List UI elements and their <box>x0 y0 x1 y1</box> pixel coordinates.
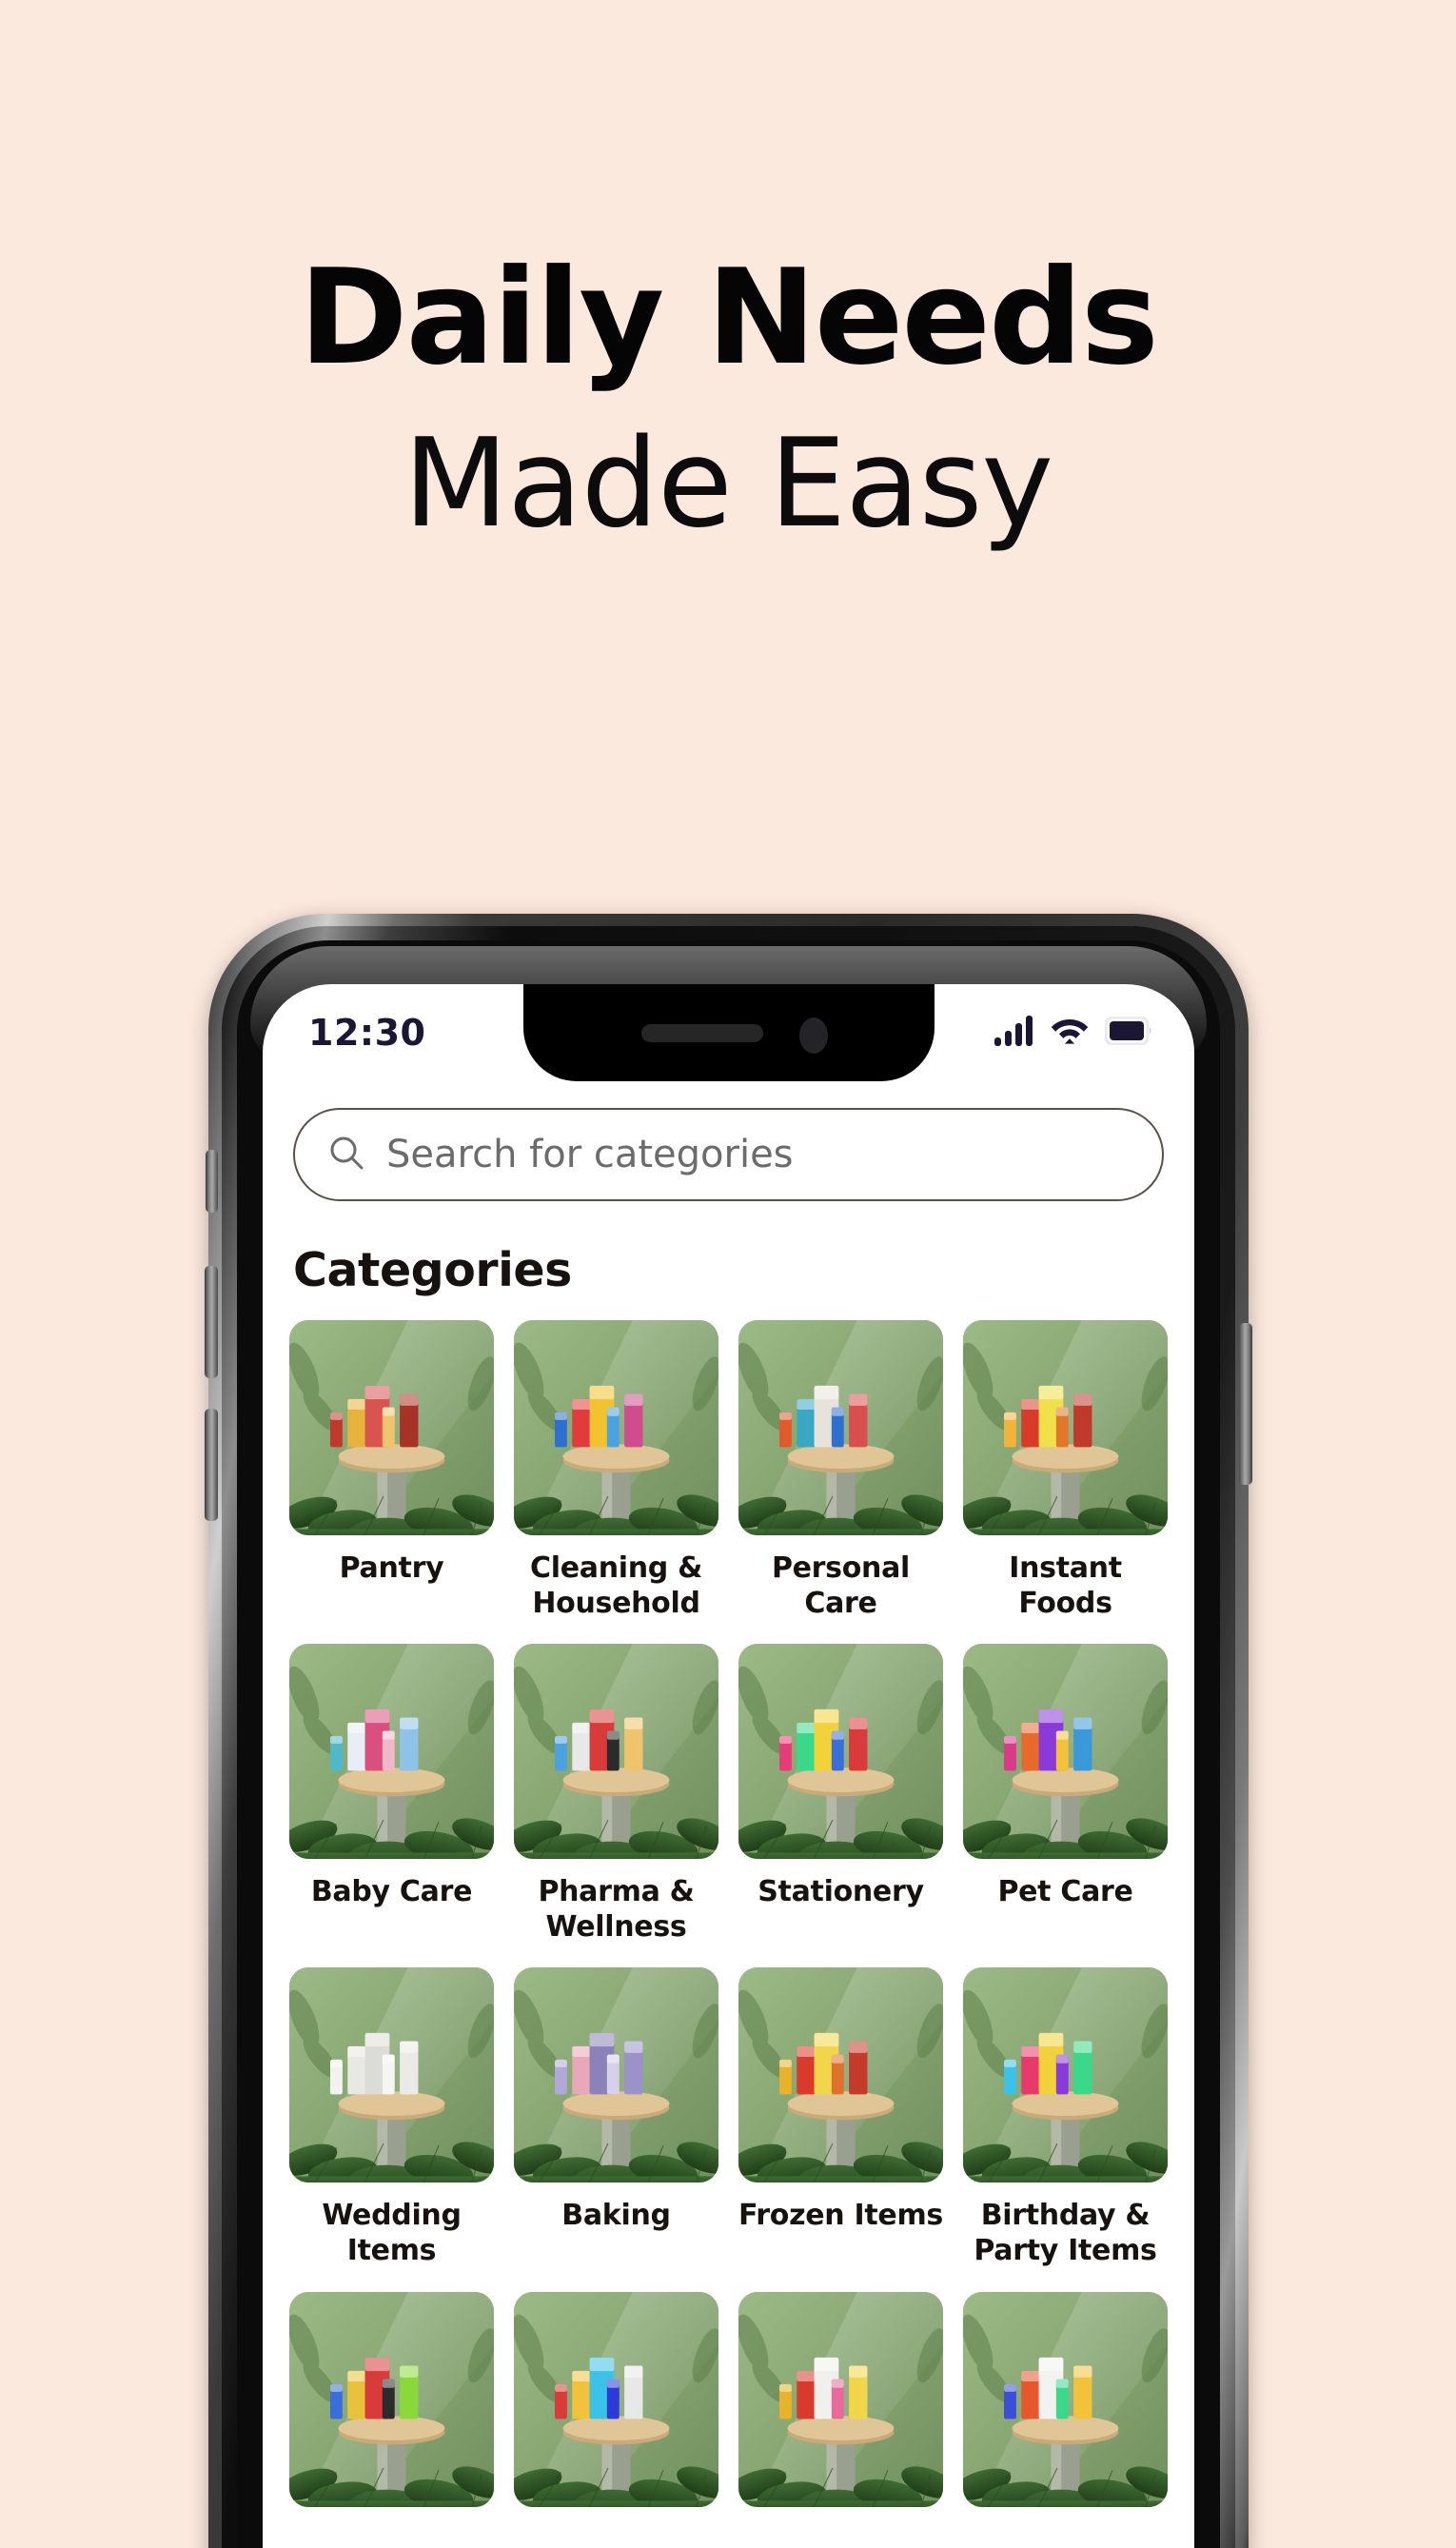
category-tile[interactable]: Pharma & Wellness <box>514 1644 718 1945</box>
socks-on-pedestal <box>514 2291 718 2507</box>
scroll-overlay-patch <box>1021 2517 1194 2548</box>
category-tile[interactable]: Birthday & Party Items <box>963 1967 1168 2268</box>
category-tile[interactable] <box>738 2291 943 2523</box>
category-tile[interactable]: Frozen Items <box>738 1967 943 2268</box>
hero-title-line1: Daily Needs <box>299 241 1159 394</box>
phone-mockup: 12:30 Search for categories Categories P… <box>205 914 1252 2548</box>
frozen-packets-on-pedestal <box>738 1967 943 2183</box>
status-bar: 12:30 <box>263 984 1194 1081</box>
category-label: Personal Care <box>771 1551 911 1620</box>
category-label: Birthday & Party Items <box>974 2199 1157 2267</box>
battery-icon <box>1104 1016 1152 1050</box>
cleaning-brushes-on-pedestal <box>289 2291 494 2507</box>
phone-screen: 12:30 Search for categories Categories P… <box>263 984 1194 2548</box>
signal-bars-icon <box>994 1015 1034 1051</box>
category-tile[interactable]: Instant Foods <box>963 1320 1168 1621</box>
status-icons <box>994 1015 1152 1051</box>
hero-title-line2: Made Easy <box>403 413 1053 555</box>
category-tile[interactable]: Pet Care <box>963 1644 1168 1945</box>
category-label: Wedding Items <box>322 2199 462 2267</box>
search-input[interactable]: Search for categories <box>293 1108 1164 1201</box>
category-tile[interactable] <box>289 2291 494 2523</box>
category-label: Frozen Items <box>738 2199 943 2233</box>
category-tile[interactable]: Stationery <box>738 1644 943 1945</box>
pet-food-boxes-on-pedestal <box>963 1644 1168 1860</box>
category-tile[interactable]: Wedding Items <box>289 1967 494 2268</box>
category-label: Cleaning & Household <box>530 1551 702 1620</box>
volume-up-button[interactable] <box>205 1266 218 1378</box>
breakfast-items-on-pedestal <box>738 2291 943 2507</box>
category-label: Pharma & Wellness <box>538 1875 695 1944</box>
detergent-boxes-on-pedestal <box>963 2291 1168 2507</box>
category-label: Pantry <box>339 1551 444 1585</box>
category-label: Pet Care <box>997 1875 1133 1909</box>
power-button[interactable] <box>1239 1323 1252 1485</box>
wifi-icon <box>1051 1016 1089 1050</box>
pharma-items-on-pedestal <box>514 1644 718 1860</box>
instant-food-packets-on-pedestal <box>963 1320 1168 1535</box>
volume-down-button[interactable] <box>205 1409 218 1521</box>
category-tile[interactable] <box>963 2291 1168 2523</box>
stationery-pens-on-pedestal <box>738 1644 943 1860</box>
category-tile[interactable] <box>514 2291 718 2523</box>
category-tile[interactable]: Pantry <box>289 1320 494 1621</box>
category-tile[interactable]: Baby Care <box>289 1644 494 1945</box>
section-title-categories: Categories <box>293 1243 572 1297</box>
category-tile[interactable]: Baking <box>514 1967 718 2268</box>
silent-switch[interactable] <box>206 1150 218 1213</box>
category-label: Baking <box>561 2199 671 2233</box>
app-content: Search for categories Categories Pantry … <box>263 1081 1194 2548</box>
categories-grid: Pantry Cleaning & Household Personal Car… <box>289 1320 1168 2523</box>
category-tile[interactable]: Personal Care <box>738 1320 943 1621</box>
baking-tools-on-pedestal <box>514 1967 718 2183</box>
hero-heading: Daily Needs Made Easy <box>0 0 1456 545</box>
category-label: Stationery <box>758 1875 924 1909</box>
party-hats-on-pedestal <box>963 1967 1168 2183</box>
personal-care-bottles-on-pedestal <box>738 1320 943 1535</box>
search-icon <box>327 1134 365 1176</box>
category-label: Baby Care <box>310 1875 473 1909</box>
search-section: Search for categories <box>289 1081 1168 1201</box>
pantry-products-on-pedestal <box>289 1320 494 1535</box>
baby-care-boxes-on-pedestal <box>289 1644 494 1860</box>
search-placeholder-text: Search for categories <box>386 1133 794 1176</box>
status-time: 12:30 <box>308 1012 426 1054</box>
wedding-plates-on-pedestal <box>289 1967 494 2183</box>
cleaning-bottles-on-pedestal <box>514 1320 718 1535</box>
category-label: Instant Foods <box>1009 1551 1122 1620</box>
category-tile[interactable]: Cleaning & Household <box>514 1320 718 1621</box>
